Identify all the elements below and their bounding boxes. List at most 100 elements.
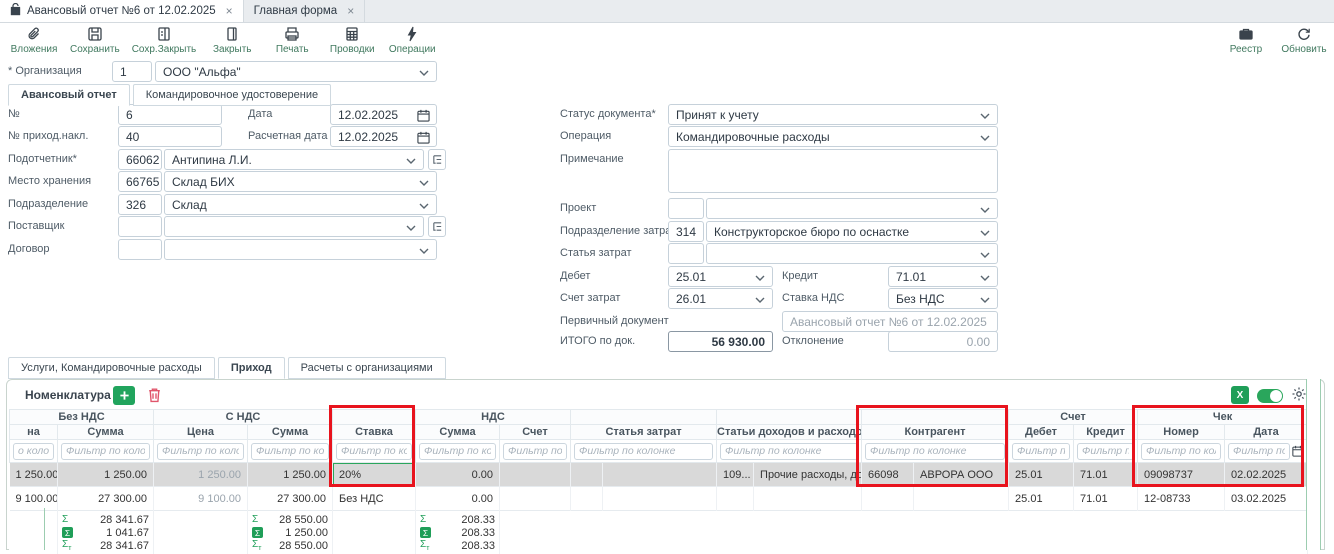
filter-input-check-no[interactable]	[1141, 443, 1221, 460]
close-button[interactable]: Закрыть	[208, 26, 256, 55]
col-header-check-date[interactable]: Дата	[1225, 425, 1308, 440]
debit-select[interactable]: 25.01	[668, 266, 773, 287]
cell-debit[interactable]: 25.01	[1009, 487, 1074, 511]
accountable-select[interactable]: Антипина Л.И.	[164, 149, 424, 170]
filter-input-sum-no-vat[interactable]	[61, 443, 150, 460]
cost-department-select[interactable]: Конструкторское бюро по оснастке	[706, 221, 998, 242]
cell-check-date[interactable]: 02.02.2025	[1225, 463, 1308, 487]
window-tab-main-form[interactable]: Главная форма ×	[244, 0, 366, 22]
cell-cost-item-name[interactable]	[603, 463, 717, 487]
table-row[interactable]: 1 250.00 1 250.00 1 250.00 1 250.00 20% …	[10, 463, 1308, 487]
cell-cost-item-code[interactable]	[571, 487, 603, 511]
table-row[interactable]: 9 100.00 27 300.00 9 100.00 27 300.00 Бе…	[10, 487, 1308, 511]
status-select[interactable]: Принят к учету	[668, 104, 998, 125]
cell-vat-sum[interactable]: 0.00	[416, 463, 500, 487]
col-header-sum-no-vat[interactable]: Сумма	[58, 425, 154, 440]
close-icon[interactable]: ×	[226, 4, 233, 18]
invoice-no-field[interactable]: 40	[118, 126, 222, 147]
cell-price-with-vat[interactable]: 9 100.00	[154, 487, 248, 511]
col-header-sum-with-vat[interactable]: Сумма	[248, 425, 333, 440]
delete-row-button[interactable]	[147, 387, 162, 406]
no-field[interactable]: 6	[118, 104, 222, 125]
calendar-icon[interactable]	[1292, 445, 1304, 457]
filter-input-vat-account[interactable]	[503, 443, 567, 460]
cell-rate[interactable]: Без НДС	[333, 487, 416, 511]
col-header-rate[interactable]: Ставка	[333, 425, 416, 440]
filter-input-rate[interactable]	[336, 443, 412, 460]
tab-receipt[interactable]: Приход	[218, 357, 285, 379]
col-header-contractor[interactable]: Контрагент	[862, 425, 1009, 440]
col-header-check-no[interactable]: Номер	[1138, 425, 1225, 440]
cell-sum-no-vat[interactable]: 1 250.00	[58, 463, 154, 487]
calendar-icon[interactable]	[417, 109, 430, 122]
tab-travel-certificate[interactable]: Командировочное удостоверение	[133, 84, 331, 106]
cost-department-code-field[interactable]: 314	[668, 221, 704, 242]
organization-select[interactable]: ООО "Альфа"	[155, 61, 437, 82]
cell-debit[interactable]: 25.01	[1009, 463, 1074, 487]
operations-button[interactable]: Операции	[388, 26, 436, 55]
supplier-tree-button[interactable]	[428, 216, 446, 237]
toggle-switch[interactable]	[1257, 389, 1283, 403]
cell-sum-with-vat[interactable]: 27 300.00	[248, 487, 333, 511]
cell-income-code[interactable]: 109...	[717, 463, 754, 487]
postings-button[interactable]: Проводки	[328, 26, 376, 55]
col-header-price-with-vat[interactable]: Цена	[154, 425, 248, 440]
cell-contractor-code[interactable]	[862, 487, 914, 511]
organization-code-field[interactable]: 1	[112, 61, 152, 82]
col-header-vat-account[interactable]: Счет	[500, 425, 571, 440]
tab-advance-report[interactable]: Авансовый отчет	[8, 84, 130, 106]
calc-date-field[interactable]: 12.02.2025	[330, 126, 437, 147]
tab-services-travel-expenses[interactable]: Услуги, Командировочные расходы	[8, 357, 215, 379]
cell-contractor-name[interactable]: АВРОРА ООО	[914, 463, 1009, 487]
cell-check-date[interactable]: 03.02.2025	[1225, 487, 1308, 511]
filter-input-price-clipped[interactable]	[13, 443, 54, 460]
cell-contractor-name[interactable]	[914, 487, 1009, 511]
accountable-code-field[interactable]: 66062	[118, 149, 162, 170]
project-select[interactable]	[706, 198, 998, 219]
add-row-button[interactable]	[113, 386, 135, 405]
col-header-income-items[interactable]: Статьи доходов и расходов	[717, 425, 862, 440]
filter-input-vat-sum[interactable]	[419, 443, 496, 460]
cell-credit[interactable]: 71.01	[1074, 487, 1138, 511]
cell-price-with-vat[interactable]: 1 250.00	[154, 463, 248, 487]
cell-price-no-vat[interactable]: 9 100.00	[10, 487, 58, 511]
total-field[interactable]: 56 930.00	[668, 331, 773, 352]
save-close-button[interactable]: Сохр.Закрыть	[132, 26, 197, 55]
supplier-select[interactable]	[164, 216, 424, 237]
operation-select[interactable]: Командировочные расходы	[668, 126, 998, 147]
storage-code-field[interactable]: 66765	[118, 171, 162, 192]
cell-income-name[interactable]	[754, 487, 862, 511]
department-select[interactable]: Склад	[164, 194, 437, 215]
supplier-code-field[interactable]	[118, 216, 162, 237]
col-header-cost-item[interactable]: Статья затрат	[571, 425, 717, 440]
excel-export-button[interactable]: X	[1231, 386, 1249, 404]
attachments-button[interactable]: Вложения	[10, 26, 58, 55]
col-header-vat-sum[interactable]: Сумма	[416, 425, 500, 440]
refresh-button[interactable]: Обновить	[1280, 26, 1328, 55]
grid-scroll-strip[interactable]	[1306, 379, 1321, 550]
col-header-credit[interactable]: Кредит	[1074, 425, 1138, 440]
cell-vat-account[interactable]	[500, 463, 571, 487]
vat-rate-select[interactable]: Без НДС	[888, 288, 998, 309]
print-button[interactable]: Печать	[268, 26, 316, 55]
calendar-icon[interactable]	[417, 131, 430, 144]
filter-input-sum-with-vat[interactable]	[251, 443, 329, 460]
col-header-price-clipped[interactable]: на	[10, 425, 58, 440]
cell-sum-with-vat[interactable]: 1 250.00	[248, 463, 333, 487]
credit-select[interactable]: 71.01	[888, 266, 998, 287]
cell-credit[interactable]: 71.01	[1074, 463, 1138, 487]
cell-check-no[interactable]: 12-08733	[1138, 487, 1225, 511]
cost-item-select[interactable]	[706, 243, 998, 264]
tab-settlements-with-organizations[interactable]: Расчеты с организациями	[288, 357, 446, 379]
storage-select[interactable]: Склад БИХ	[164, 171, 437, 192]
cost-item-code-field[interactable]	[668, 243, 704, 264]
settings-button[interactable]	[1291, 386, 1307, 405]
cell-check-no[interactable]: 09098737	[1138, 463, 1225, 487]
cell-vat-sum[interactable]: 0.00	[416, 487, 500, 511]
registry-button[interactable]: Реестр	[1222, 26, 1270, 55]
col-header-debit[interactable]: Дебет	[1009, 425, 1074, 440]
note-textarea[interactable]	[668, 149, 998, 193]
filter-input-debit[interactable]	[1012, 443, 1070, 460]
save-button[interactable]: Сохранить	[70, 26, 120, 55]
cost-account-select[interactable]: 26.01	[668, 288, 773, 309]
